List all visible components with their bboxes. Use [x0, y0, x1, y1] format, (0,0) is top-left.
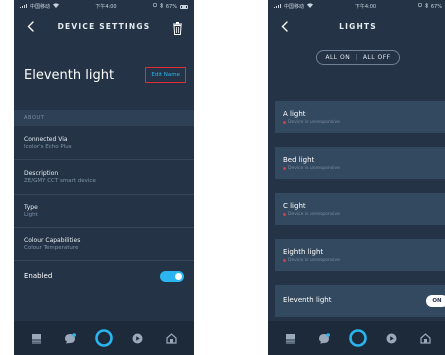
lights-screen: 中国移动 下午4:00 67% LIGHTS ALL ON | ALL OFF — [268, 0, 445, 355]
navigation-bar: DEVICE SETTINGS — [14, 13, 194, 40]
light-card-eighth[interactable]: Eighth light Device is unresponsive — [275, 239, 445, 271]
page-title: LIGHTS — [339, 22, 377, 31]
unresponsive-dot-icon — [283, 258, 286, 262]
row-label: Description — [24, 170, 59, 177]
light-card-a[interactable]: A light Device is unresponsive — [275, 101, 445, 133]
bluetooth-icon — [159, 2, 164, 10]
edit-name-button[interactable]: Edit Name — [145, 67, 186, 83]
enabled-row: Enabled — [14, 261, 194, 291]
all-on-button[interactable]: ALL ON — [325, 54, 350, 61]
unresponsive-dot-icon — [283, 212, 286, 216]
section-header-about: ABOUT — [14, 110, 194, 126]
play-icon[interactable] — [382, 328, 402, 348]
signal-icon — [274, 3, 281, 10]
on-toggle[interactable]: ON — [426, 295, 445, 307]
separator: | — [355, 54, 358, 61]
tab-bar — [14, 321, 194, 355]
all-controls-bar: ALL ON | ALL OFF — [268, 40, 445, 75]
trash-icon[interactable] — [172, 20, 184, 35]
enabled-label: Enabled — [24, 272, 53, 280]
home-icon[interactable] — [281, 328, 301, 348]
row-value: Icolor's Echo Plus — [24, 143, 72, 150]
enabled-toggle[interactable] — [160, 270, 184, 282]
light-status: Device is unresponsive — [288, 211, 340, 217]
row-value: Colour Temperature — [24, 245, 79, 251]
location-icon — [417, 2, 422, 10]
carrier-name: 中国移动 — [284, 4, 305, 10]
device-name: Eleventh light — [24, 67, 115, 83]
description-row: Description ZE/GMY CCT smart device — [14, 160, 194, 195]
wifi-icon — [307, 3, 314, 10]
row-label: Type — [24, 204, 38, 211]
row-value: ZE/GMY CCT smart device — [24, 178, 96, 184]
tab-bar — [268, 321, 445, 355]
battery-percent: 67% — [165, 3, 177, 10]
light-status: Device is unresponsive — [288, 257, 340, 263]
communicate-icon[interactable] — [314, 328, 334, 348]
status-bar: 中国移动 下午4:00 67% — [268, 0, 445, 13]
light-name: Bed light — [283, 155, 315, 164]
light-card-bed[interactable]: Bed light Device is unresponsive — [275, 147, 445, 179]
bluetooth-icon — [424, 2, 429, 10]
wifi-icon — [53, 3, 60, 10]
unresponsive-dot-icon — [283, 120, 286, 124]
status-bar: 中国移动 下午4:00 67% — [14, 0, 194, 13]
device-settings-screen: 中国移动 下午4:00 67% DEVICE SETTINGS Eleventh… — [14, 0, 194, 355]
alexa-icon[interactable] — [94, 328, 114, 348]
back-chevron-icon[interactable] — [278, 20, 290, 32]
status-time: 下午4:00 — [95, 4, 117, 10]
page-title: DEVICE SETTINGS — [57, 22, 151, 31]
alexa-icon[interactable] — [348, 328, 368, 348]
status-time: 下午4:00 — [354, 4, 377, 10]
carrier-name: 中国移动 — [30, 4, 51, 10]
all-off-button[interactable]: ALL OFF — [363, 54, 391, 61]
all-toggle-group: ALL ON | ALL OFF — [316, 50, 400, 65]
light-card-eleventh[interactable]: Eleventh light ON — [275, 285, 445, 317]
home-icon[interactable] — [27, 328, 47, 348]
light-name: C light — [283, 201, 306, 210]
row-value: Light — [24, 212, 38, 218]
devices-icon[interactable] — [161, 328, 181, 348]
devices-icon[interactable] — [415, 328, 435, 348]
row-label: Connected Via — [24, 135, 68, 143]
light-status: Device is unresponsive — [288, 165, 340, 171]
colour-capabilities-row: Colour Capabilities Colour Temperature — [14, 228, 194, 261]
light-card-c[interactable]: C light Device is unresponsive — [275, 193, 445, 225]
row-label: Colour Capabilities — [24, 237, 81, 244]
communicate-icon[interactable] — [60, 328, 80, 348]
back-chevron-icon[interactable] — [24, 20, 36, 32]
lights-list: A light Device is unresponsive Bed light… — [268, 101, 445, 317]
connected-via-row: Connected Via Icolor's Echo Plus — [14, 126, 194, 160]
type-row: Type Light — [14, 195, 194, 228]
light-name: A light — [283, 109, 306, 118]
light-name: Eighth light — [283, 247, 324, 256]
unresponsive-dot-icon — [283, 166, 286, 170]
light-status: Device is unresponsive — [288, 119, 340, 125]
play-icon[interactable] — [128, 328, 148, 348]
device-header: Eleventh light Edit Name — [14, 40, 194, 110]
signal-icon — [20, 3, 27, 10]
location-icon — [152, 2, 157, 10]
battery-icon — [180, 4, 188, 9]
light-name: Eleventh light — [283, 296, 332, 304]
battery-percent: 67% — [430, 3, 442, 10]
navigation-bar: LIGHTS — [268, 13, 445, 40]
